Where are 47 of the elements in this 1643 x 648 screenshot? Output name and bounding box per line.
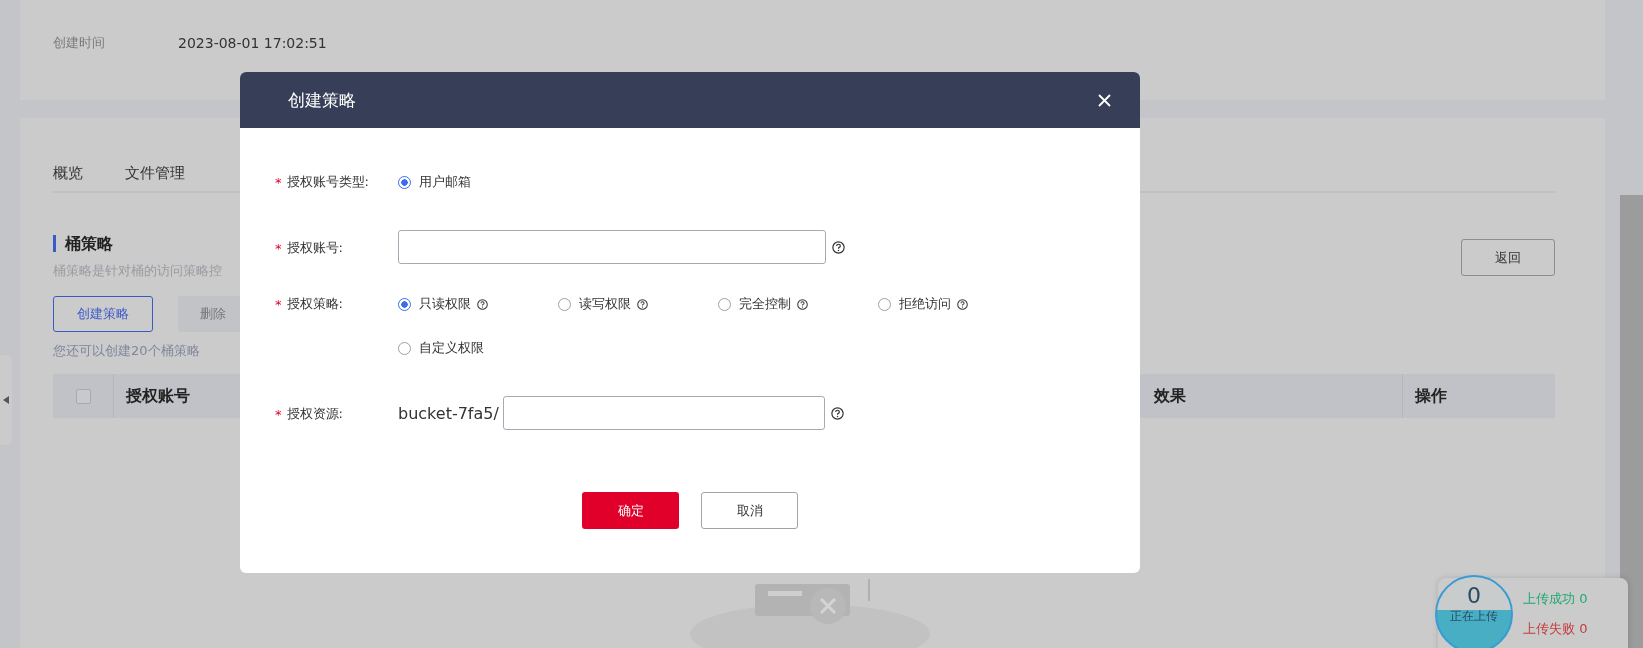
input-field[interactable] <box>398 230 826 264</box>
radio-option[interactable]: 自定义权限 <box>398 338 558 358</box>
section-title: 桶策略 <box>53 235 222 252</box>
collapse-handle[interactable] <box>0 355 12 445</box>
radio-option[interactable]: 只读权限 <box>398 294 558 314</box>
scrollbar[interactable] <box>1620 195 1643 648</box>
field-label: 授权资源: <box>286 405 343 423</box>
upload-count: 0 <box>1467 583 1481 608</box>
close-icon[interactable] <box>1098 93 1111 107</box>
field-label: 授权账号类型: <box>286 173 369 191</box>
radio-option[interactable]: 完全控制 <box>718 294 878 314</box>
cancel-button[interactable]: 取消 <box>701 492 798 529</box>
upload-ball[interactable]: 0 正在上传 <box>1435 575 1513 648</box>
help-icon[interactable] <box>477 298 488 310</box>
required-mark: * <box>275 406 282 422</box>
quota-text: 您还可以创建20个桶策略 <box>53 342 200 360</box>
column-header: 效果 <box>1154 385 1186 407</box>
checkbox[interactable] <box>75 388 91 404</box>
help-icon[interactable] <box>637 298 648 310</box>
help-icon[interactable] <box>797 298 808 310</box>
column-header: 操作 <box>1415 385 1447 407</box>
tab[interactable]: 文件管理 <box>125 164 185 183</box>
confirm-button[interactable]: 确定 <box>582 492 679 529</box>
help-icon[interactable] <box>832 240 845 254</box>
radio-option[interactable]: 拒绝访问 <box>878 294 1038 314</box>
upload-success: 上传成功 0 <box>1523 590 1588 608</box>
field-label: 授权账号: <box>286 239 343 257</box>
upload-failed: 上传失败 0 <box>1523 620 1588 638</box>
upload-label: 正在上传 <box>1450 608 1498 625</box>
input-field[interactable] <box>502 396 825 430</box>
required-mark: * <box>275 240 282 256</box>
info-label: 创建时间 <box>53 34 106 52</box>
tab[interactable]: 概览 <box>53 164 83 183</box>
field-label: 授权策略: <box>286 295 343 313</box>
caret-icon <box>3 396 9 404</box>
help-icon[interactable] <box>830 406 844 420</box>
help-icon[interactable] <box>957 298 968 310</box>
dialog-title: 创建策略 <box>288 88 356 112</box>
resource-prefix: bucket-7fa5/ <box>398 403 499 423</box>
required-mark: * <box>275 296 282 312</box>
create-button[interactable]: 创建策略 <box>53 296 153 332</box>
info-value: 2023-08-01 17:02:51 <box>178 35 327 51</box>
radio-option[interactable]: 用户邮箱 <box>398 172 558 192</box>
back-button[interactable]: 返回 <box>1461 239 1555 276</box>
radio-option[interactable]: 读写权限 <box>558 294 718 314</box>
required-mark: * <box>275 174 282 190</box>
column-header: 授权账号 <box>126 385 190 407</box>
